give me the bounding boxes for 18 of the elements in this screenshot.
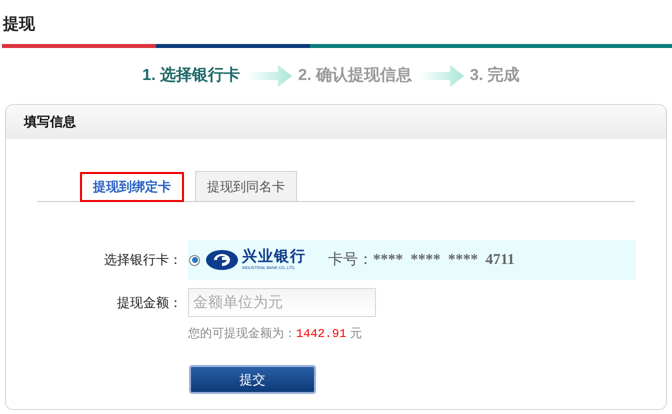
step-label: 1. 选择银行卡 <box>142 66 240 86</box>
card-number: **** **** **** 4711 <box>373 250 515 270</box>
tab[interactable]: 提现到绑定卡 <box>80 172 184 202</box>
radio-button[interactable] <box>189 254 200 266</box>
step-label: 3. 完成 <box>470 65 520 86</box>
tab[interactable]: 提现到同名卡 <box>195 171 297 201</box>
submit-button[interactable]: 提交 <box>189 365 316 394</box>
field-label: 提现金额： <box>117 294 182 310</box>
step-label: 2. 确认提现信息 <box>298 66 412 86</box>
panel-title: 填写信息 <box>24 113 76 132</box>
card-number-label: 卡号： <box>328 250 373 270</box>
amount-input[interactable]: 金额单位为元 <box>188 288 376 317</box>
page-title: 提现 <box>3 14 35 35</box>
field-label: 选择银行卡： <box>104 252 182 267</box>
bank-logo-icon <box>205 249 239 271</box>
bank-name: 兴业银行 <box>242 250 306 265</box>
available-amount-hint: 您的可提现金额为：1442.91 元 <box>188 326 362 340</box>
arrow-icon <box>246 65 292 87</box>
